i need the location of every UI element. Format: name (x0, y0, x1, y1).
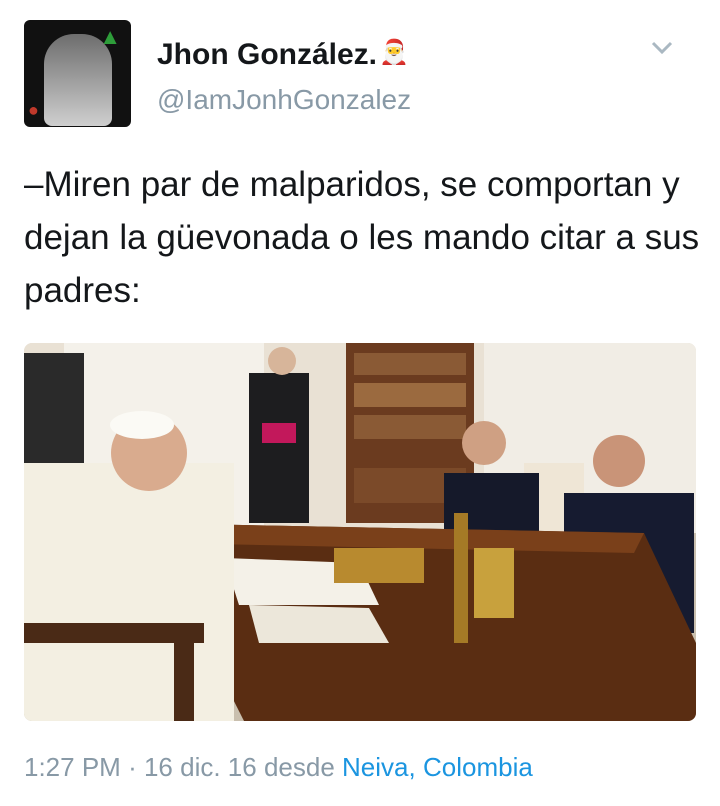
christmas-stocking-icon: ● (28, 100, 39, 120)
tweet-date[interactable]: 16 dic. 16 (144, 752, 257, 782)
christmas-tree-icon: ▲ (99, 24, 121, 49)
tweet-text: –Miren par de malparidos, se comportan y… (24, 165, 700, 310)
location-country-link[interactable]: Colombia (423, 752, 533, 782)
tweet-photo[interactable] (24, 343, 696, 721)
location-city-link[interactable]: Neiva (342, 752, 408, 782)
display-name[interactable]: Jhon González.🎅 (157, 38, 409, 72)
tweet-footer: 1:27 PM · 16 dic. 16 desde Neiva, Colomb… (24, 752, 533, 783)
avatar[interactable]: ▲ ● (24, 20, 131, 127)
chevron-down-icon[interactable] (650, 38, 674, 58)
tweet-photo-image (24, 343, 696, 721)
user-handle[interactable]: @IamJonhGonzalez (157, 84, 411, 116)
tweet-time[interactable]: 1:27 PM (24, 752, 121, 782)
santa-face-icon: 🎅 (379, 39, 409, 66)
from-label: desde (263, 752, 335, 782)
display-name-text: Jhon González. (157, 38, 378, 71)
footer-separator: · (128, 752, 137, 782)
location-comma: , (408, 752, 416, 782)
